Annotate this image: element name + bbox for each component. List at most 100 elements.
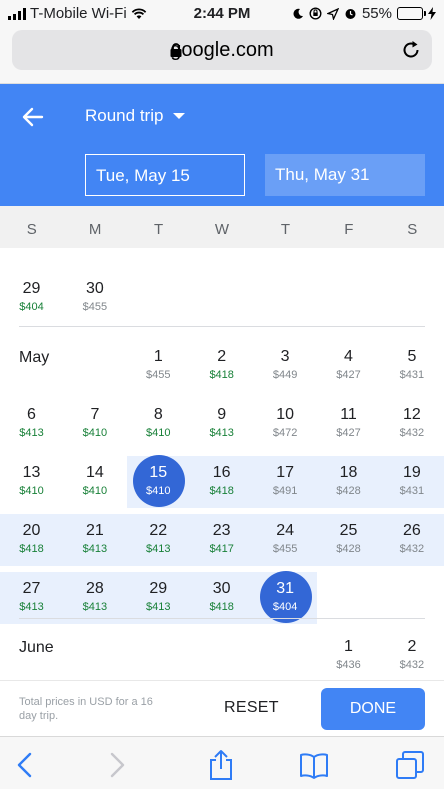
date-cell[interactable]: 12 $432 [380, 398, 443, 450]
trip-type-dropdown[interactable]: Round trip [85, 106, 186, 126]
date-cell[interactable]: 8 $410 [127, 398, 190, 450]
selected-date-cell[interactable]: 15 $410 [127, 455, 190, 508]
date-cell[interactable]: 29 $413 [127, 572, 190, 624]
day-price: $413 [146, 601, 171, 613]
date-cell[interactable]: 17 $491 [254, 456, 317, 508]
bookmarks-icon[interactable] [298, 749, 330, 781]
share-icon[interactable] [205, 749, 237, 781]
date-cell[interactable]: 1 $455 [127, 340, 190, 392]
day-number: 30 [85, 280, 104, 297]
calendar-week-row-in-range: 20 $418 21 $413 22 $413 23 $417 24 $455 25 $428 26 $4… [0, 514, 444, 566]
day-number: 2 [407, 638, 417, 655]
date-cell[interactable]: 3 $449 [254, 340, 317, 392]
date-cell[interactable]: 11 $427 [317, 398, 380, 450]
day-number: 13 [22, 464, 41, 481]
day-price: $431 [399, 485, 425, 497]
day-price: $413 [19, 601, 44, 613]
date-cell[interactable]: 9 $413 [190, 398, 253, 450]
day-number: 14 [86, 464, 104, 481]
date-cell[interactable]: 18 $428 [317, 456, 380, 508]
day-price: $431 [399, 369, 425, 381]
day-price: $418 [209, 601, 234, 613]
browser-address-area: google.com [0, 28, 444, 84]
status-bar: T-Mobile Wi-Fi 2:44 PM 55% [0, 0, 444, 28]
date-cell[interactable]: 5 $431 [380, 340, 443, 392]
date-cell[interactable]: 25 $428 [317, 514, 380, 566]
moon-icon [293, 8, 303, 19]
day-price: $417 [209, 543, 234, 555]
date-cell[interactable]: 4 $427 [317, 340, 380, 392]
address-bar[interactable]: google.com [12, 30, 432, 70]
weekday-label: M [88, 221, 102, 238]
charging-icon [428, 7, 436, 20]
date-cell[interactable]: 22 $413 [127, 514, 190, 566]
reset-button[interactable]: RESET [224, 699, 279, 717]
date-cell[interactable]: 30 $418 [190, 572, 253, 624]
day-number: 2 [217, 348, 227, 365]
reload-icon[interactable] [400, 39, 422, 61]
rotation-lock-icon [309, 7, 322, 20]
date-cell[interactable]: 1 $436 [317, 630, 380, 680]
day-price: $410 [19, 485, 44, 497]
date-cell[interactable]: 20 $418 [0, 514, 63, 566]
date-cell[interactable]: 23 $417 [190, 514, 253, 566]
done-button[interactable]: DONE [321, 688, 425, 730]
day-number: 8 [153, 406, 163, 423]
calendar-week-row: 1 $455 2 $418 3 $449 4 $427 5 $431 [0, 340, 444, 392]
date-cell[interactable]: 30 $455 [63, 272, 126, 324]
date-cell[interactable]: 27 $413 [0, 572, 63, 624]
date-cell[interactable]: 21 $413 [63, 514, 126, 566]
day-price: $418 [19, 543, 44, 555]
date-cell[interactable]: 6 $413 [0, 398, 63, 450]
date-cell[interactable]: 13 $410 [0, 456, 63, 508]
day-price: $413 [82, 543, 108, 555]
day-number: 3 [280, 348, 290, 365]
date-cell[interactable]: 14 $410 [63, 456, 126, 508]
day-price: $410 [82, 427, 108, 439]
dropdown-caret-icon [173, 113, 186, 119]
forward-icon[interactable] [100, 749, 132, 781]
date-cell[interactable]: 28 $413 [63, 572, 126, 624]
day-price: $413 [209, 427, 234, 439]
day-price: $427 [336, 427, 361, 439]
return-date-field[interactable]: Thu, May 31 [265, 154, 425, 196]
day-price: $413 [146, 543, 171, 555]
back-icon[interactable] [10, 749, 42, 781]
date-cell[interactable]: 7 $410 [63, 398, 126, 450]
browser-toolbar [0, 736, 444, 789]
date-cell[interactable]: 26 $432 [380, 514, 443, 566]
depart-date-field[interactable]: Tue, May 15 [85, 154, 245, 196]
date-cell[interactable]: 16 $418 [190, 456, 253, 508]
day-number: 23 [212, 522, 231, 539]
weekday-label: T [153, 221, 164, 238]
weekday-label: T [280, 221, 290, 238]
day-number: 30 [212, 580, 231, 597]
day-number: 1 [344, 638, 353, 655]
day-number: 21 [85, 522, 104, 539]
day-number: 6 [27, 406, 36, 423]
weekday-label: S [407, 221, 418, 238]
selected-date-cell[interactable]: 31 $404 [254, 571, 317, 624]
tabs-icon[interactable] [394, 749, 426, 781]
date-cell[interactable]: 19 $431 [380, 456, 443, 508]
day-price: $491 [272, 485, 298, 497]
weekday-header: S M T W T F S [0, 206, 444, 248]
back-arrow-icon[interactable] [20, 104, 46, 130]
battery-percent: 55% [361, 5, 392, 22]
date-cell[interactable]: 29 $404 [0, 272, 63, 324]
flight-header: Round trip Tue, May 15 Thu, May 31 [0, 84, 444, 206]
day-price: $404 [19, 301, 44, 313]
calendar-grid: 29 $404 30 $455 May 1 $455 2 $418 3 $449 4 $427 5 $431… [0, 248, 444, 680]
date-cell[interactable]: 2 $418 [190, 340, 253, 392]
calendar-week-row: 29 $404 30 $455 [0, 272, 444, 324]
battery-icon [397, 7, 426, 20]
day-price: $427 [336, 369, 361, 381]
date-cell[interactable]: 10 $472 [254, 398, 317, 450]
day-number: 31 [276, 580, 294, 597]
date-cell[interactable]: 24 $455 [254, 514, 317, 566]
price-note: Total prices in USD for a 16 day trip. [19, 696, 153, 722]
day-number: 25 [339, 522, 358, 539]
calendar-week-row: 6 $413 7 $410 8 $410 9 $413 10 $472 11 $427 12 $432 [0, 398, 444, 450]
date-cell[interactable]: 2 $432 [380, 630, 443, 680]
day-price: $455 [146, 369, 171, 381]
